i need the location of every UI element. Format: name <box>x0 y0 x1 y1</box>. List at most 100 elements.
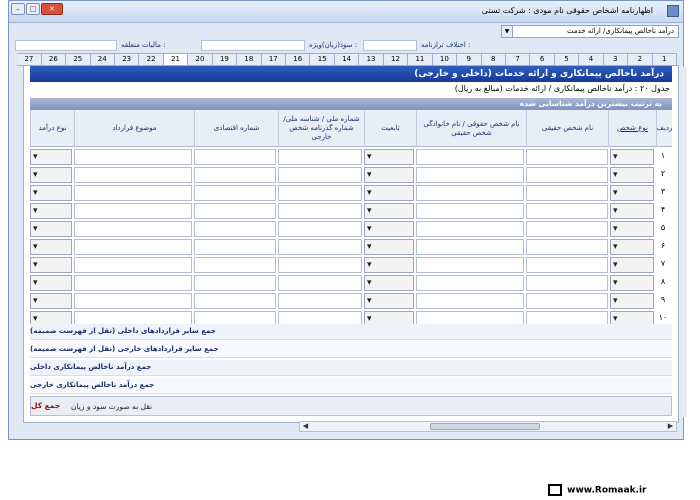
income-type-dropdown[interactable] <box>30 257 72 273</box>
real-name-field[interactable] <box>526 221 608 237</box>
person-type-dropdown[interactable] <box>610 203 654 219</box>
row-number: ۵ <box>660 223 666 232</box>
real-name-field[interactable] <box>526 239 608 255</box>
nationality-dropdown[interactable] <box>364 275 414 291</box>
national-id-field[interactable] <box>278 185 362 201</box>
national-id-field[interactable] <box>278 167 362 183</box>
legal-name-field[interactable] <box>416 185 524 201</box>
header-national-id: شماره ملی / شناسه ملی/شماره گذرنامه شخص … <box>278 110 364 147</box>
summary-label: جمع سایر قراردادهای خارجی (نقل از فهرست … <box>30 345 219 353</box>
discrepancy-field[interactable] <box>363 40 417 51</box>
romaak-logo-icon <box>548 484 562 496</box>
nationality-dropdown[interactable] <box>364 239 414 255</box>
vertical-scrollbar[interactable] <box>679 67 687 417</box>
contract-subject-field[interactable] <box>74 185 192 201</box>
economic-code-field[interactable] <box>194 185 276 201</box>
person-type-dropdown[interactable] <box>610 185 654 201</box>
watermark-text: www.Romaak.ir <box>567 485 647 496</box>
header-economic-code: شماره اقتصادی <box>194 110 278 147</box>
economic-code-field[interactable] <box>194 275 276 291</box>
minimize-button[interactable]: – <box>11 3 25 15</box>
header-contract-subject: موضوع قرارداد <box>74 110 194 147</box>
national-id-field[interactable] <box>278 293 362 309</box>
nationality-dropdown[interactable] <box>364 257 414 273</box>
contract-subject-field[interactable] <box>74 221 192 237</box>
economic-code-field[interactable] <box>194 257 276 273</box>
person-type-dropdown[interactable] <box>610 275 654 291</box>
summary-label: جمع سایر قراردادهای داخلی (نقل از فهرست … <box>30 327 216 335</box>
legal-name-field[interactable] <box>416 275 524 291</box>
nationality-dropdown[interactable] <box>364 203 414 219</box>
maximize-button[interactable]: □ <box>26 3 40 15</box>
national-id-field[interactable] <box>278 275 362 291</box>
national-id-field[interactable] <box>278 239 362 255</box>
legal-name-field[interactable] <box>416 293 524 309</box>
person-type-dropdown[interactable] <box>610 221 654 237</box>
economic-code-field[interactable] <box>194 167 276 183</box>
horizontal-scrollbar[interactable]: ◀ ▶ <box>299 421 677 432</box>
real-name-field[interactable] <box>526 149 608 165</box>
summary-row: جمع درآمد ناخالص پیمانکاری داخلی <box>30 360 672 376</box>
contract-subject-field[interactable] <box>74 167 192 183</box>
legal-name-field[interactable] <box>416 221 524 237</box>
nationality-dropdown[interactable] <box>364 167 414 183</box>
contract-subject-field[interactable] <box>74 293 192 309</box>
nationality-dropdown[interactable] <box>364 221 414 237</box>
scrollbar-thumb[interactable] <box>430 423 540 430</box>
row-number: ۲ <box>660 169 666 178</box>
chevron-down-icon[interactable]: ▼ <box>502 26 513 37</box>
real-name-field[interactable] <box>526 167 608 183</box>
contract-subject-field[interactable] <box>74 275 192 291</box>
person-type-dropdown[interactable] <box>610 239 654 255</box>
close-button[interactable]: ✕ <box>41 3 63 15</box>
national-id-field[interactable] <box>278 257 362 273</box>
nationality-dropdown[interactable] <box>364 293 414 309</box>
form-subtitle: (جدول ۲۰ : درآمد ناخالص پیمانکاری / ارائ… <box>454 84 670 93</box>
income-type-dropdown[interactable] <box>30 149 72 165</box>
scroll-left-icon[interactable]: ◀ <box>300 422 311 431</box>
legal-name-field[interactable] <box>416 149 524 165</box>
income-type-dropdown[interactable] <box>30 275 72 291</box>
person-type-dropdown[interactable] <box>610 293 654 309</box>
economic-code-field[interactable] <box>194 293 276 309</box>
income-type-dropdown[interactable] <box>30 185 72 201</box>
contract-subject-field[interactable] <box>74 203 192 219</box>
nationality-dropdown[interactable] <box>364 185 414 201</box>
person-type-dropdown[interactable] <box>610 149 654 165</box>
legal-name-field[interactable] <box>416 167 524 183</box>
legal-name-field[interactable] <box>416 239 524 255</box>
economic-code-field[interactable] <box>194 149 276 165</box>
contract-subject-field[interactable] <box>74 239 192 255</box>
national-id-field[interactable] <box>278 221 362 237</box>
income-type-dropdown[interactable] <box>30 239 72 255</box>
grand-total-note: نقل به صورت سود و زیان <box>71 402 153 411</box>
income-type-dropdown[interactable] <box>30 221 72 237</box>
tax-due-field[interactable] <box>15 40 117 51</box>
real-name-field[interactable] <box>526 203 608 219</box>
form-selector-dropdown[interactable]: ▼ درآمد ناخالص پیمانکاری/ ارائه خدمت <box>501 25 679 38</box>
economic-code-field[interactable] <box>194 221 276 237</box>
economic-code-field[interactable] <box>194 239 276 255</box>
profit-field[interactable] <box>201 40 305 51</box>
legal-name-field[interactable] <box>416 203 524 219</box>
contract-subject-field[interactable] <box>74 149 192 165</box>
scroll-right-icon[interactable]: ▶ <box>665 422 676 431</box>
economic-code-field[interactable] <box>194 203 276 219</box>
header-real-name: نام شخص حقیقی <box>526 110 608 147</box>
national-id-field[interactable] <box>278 203 362 219</box>
real-name-field[interactable] <box>526 257 608 273</box>
nationality-dropdown[interactable] <box>364 149 414 165</box>
contract-subject-field[interactable] <box>74 257 192 273</box>
income-type-dropdown[interactable] <box>30 167 72 183</box>
person-type-dropdown[interactable] <box>610 257 654 273</box>
person-type-dropdown[interactable] <box>610 167 654 183</box>
row-number: ۴ <box>660 205 666 214</box>
income-type-dropdown[interactable] <box>30 293 72 309</box>
income-type-dropdown[interactable] <box>30 203 72 219</box>
real-name-field[interactable] <box>526 185 608 201</box>
real-name-field[interactable] <box>526 293 608 309</box>
header-nationality: تابعیت <box>364 110 416 147</box>
real-name-field[interactable] <box>526 275 608 291</box>
legal-name-field[interactable] <box>416 257 524 273</box>
national-id-field[interactable] <box>278 149 362 165</box>
